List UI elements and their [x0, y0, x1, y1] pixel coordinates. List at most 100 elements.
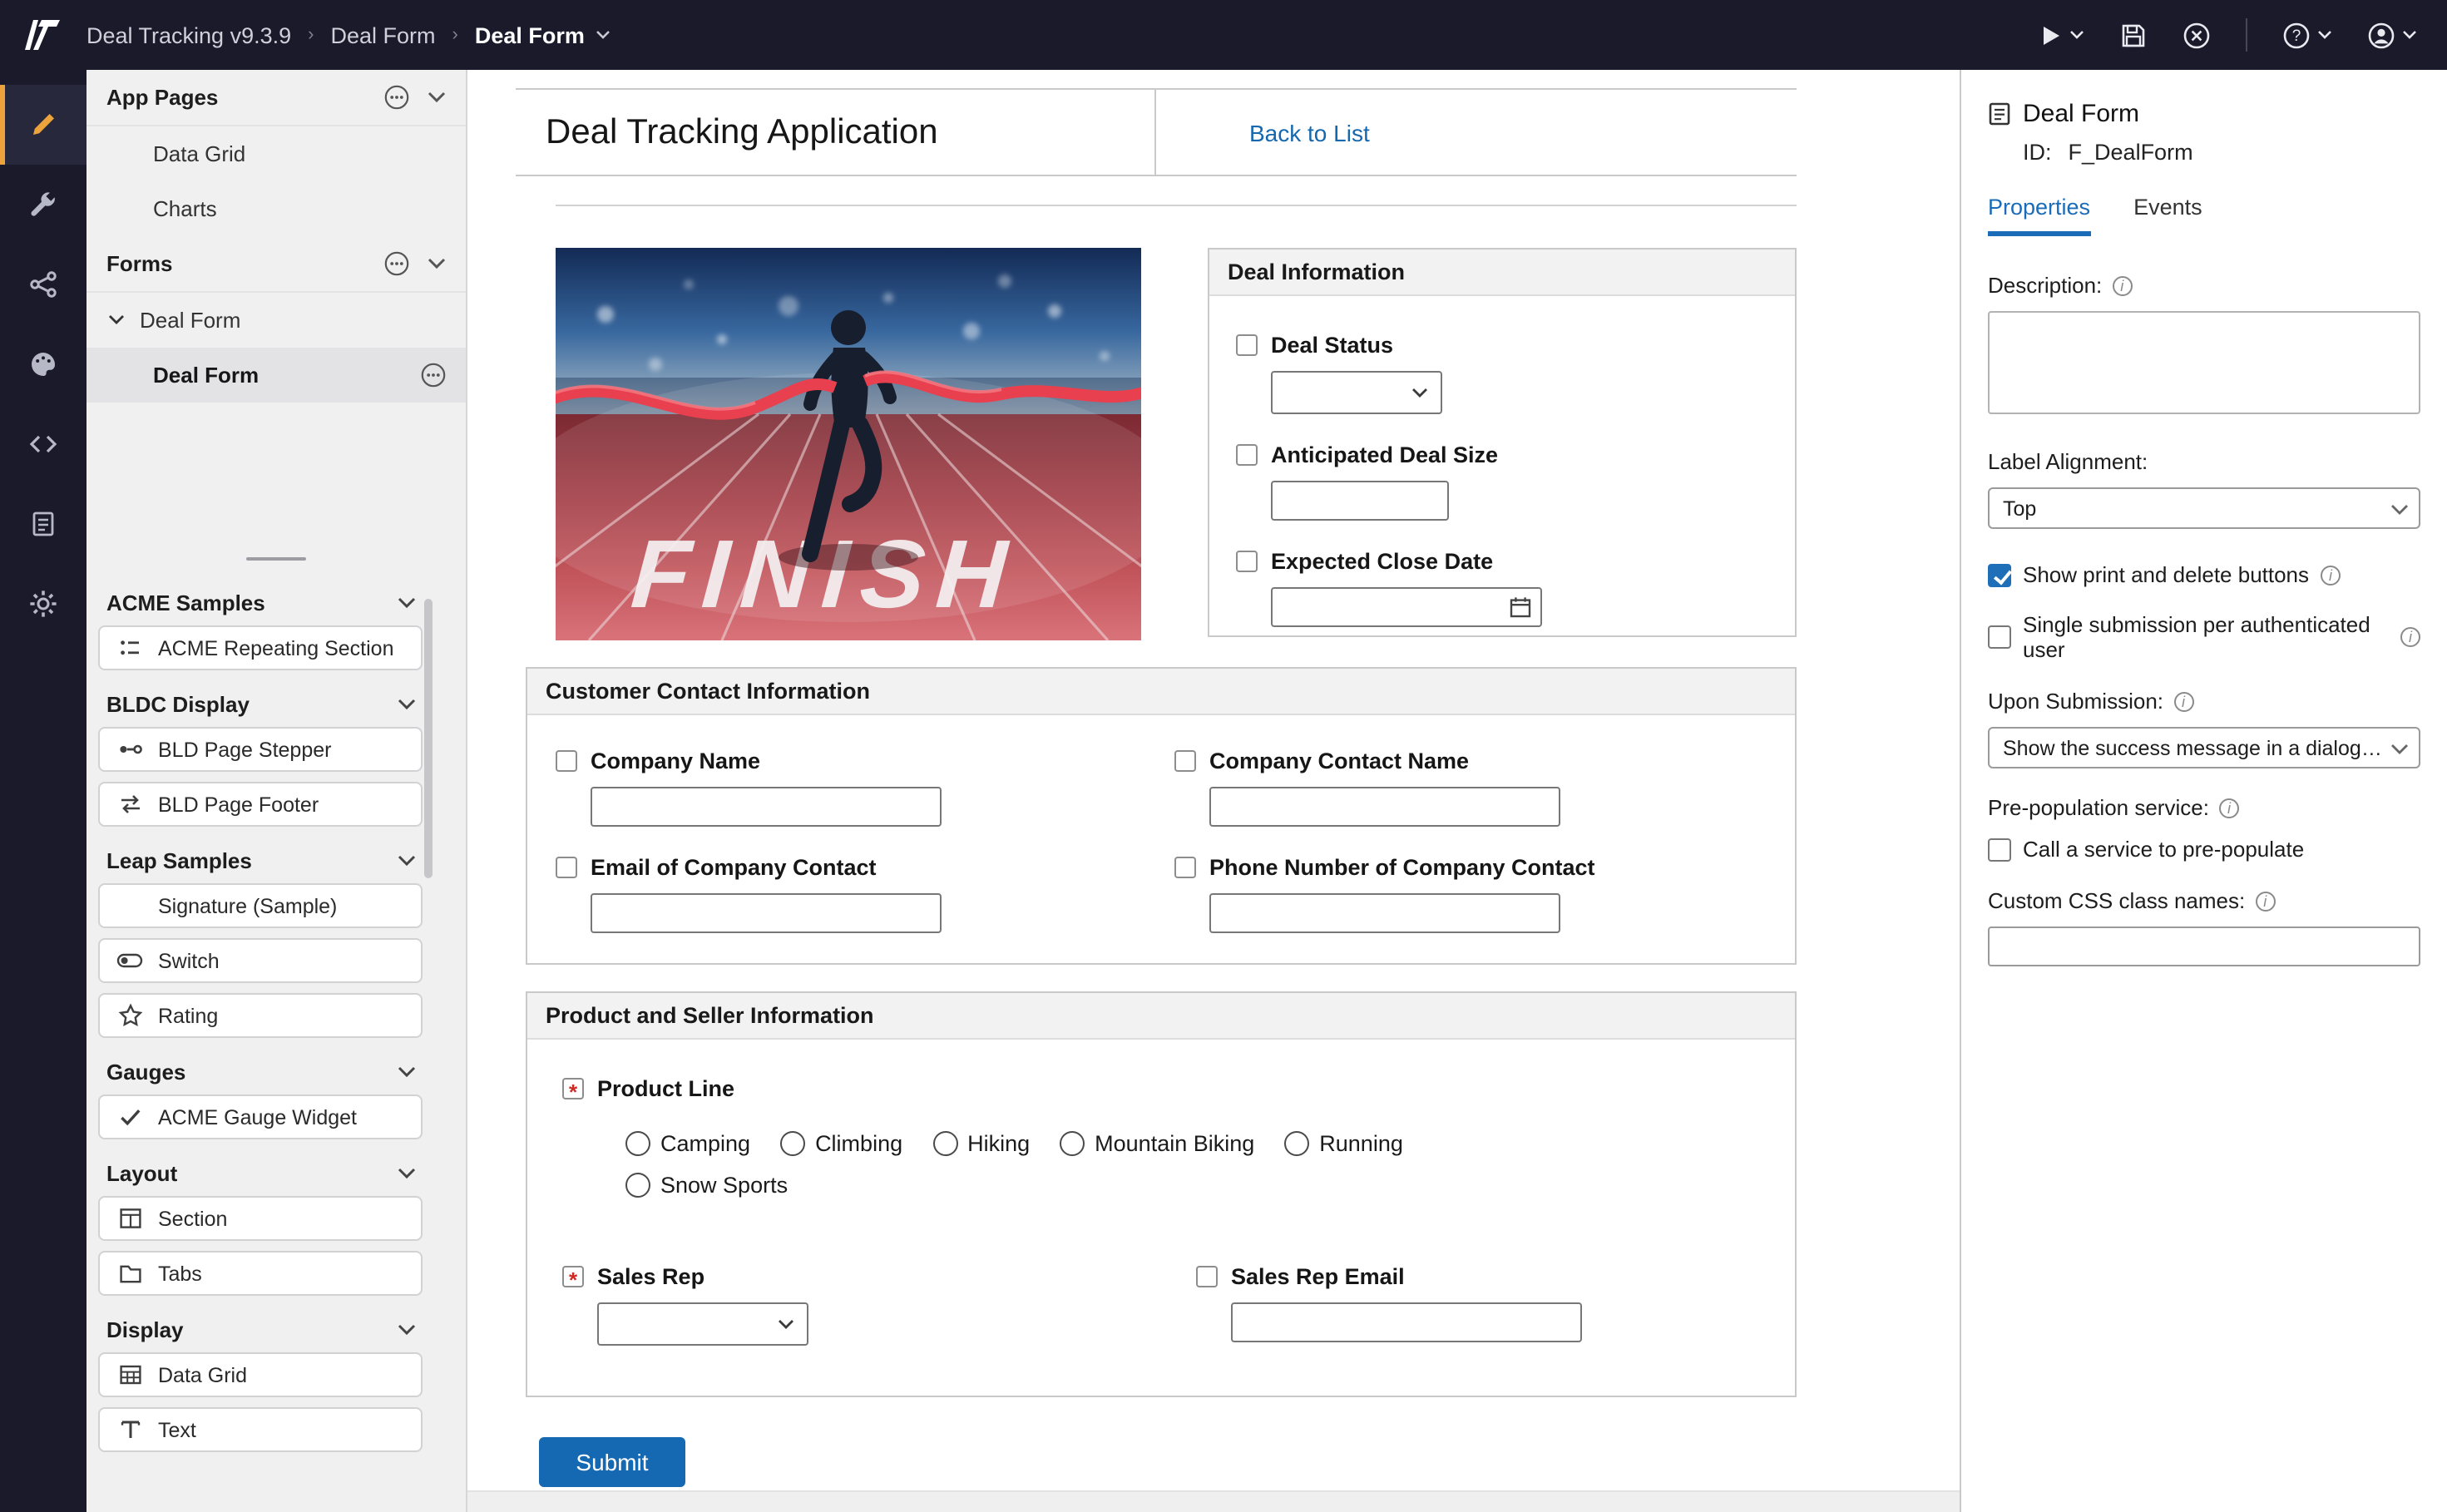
chevron-down-icon[interactable]	[398, 1167, 416, 1178]
field-checkbox[interactable]	[1196, 1266, 1218, 1287]
rail-item-tools[interactable]	[0, 165, 87, 245]
tree-item-deal-form-selected[interactable]: Deal Form	[87, 348, 466, 403]
help-button[interactable]: ?	[2282, 21, 2332, 49]
palette-item-switch[interactable]: Switch	[98, 938, 423, 983]
field-checkbox[interactable]	[556, 750, 577, 772]
palette-item-signature-sample[interactable]: Signature (Sample)	[98, 883, 423, 928]
field-checkbox[interactable]	[1236, 551, 1258, 572]
radio-option-snow-sports[interactable]: Snow Sports	[625, 1173, 788, 1198]
hero-image[interactable]: FINISH	[556, 248, 1141, 640]
palette-section-leap-samples[interactable]: Leap Samples	[87, 837, 466, 883]
field-checkbox[interactable]	[556, 857, 577, 878]
contact-name-input[interactable]	[1209, 787, 1560, 827]
deal-status-select[interactable]	[1271, 371, 1442, 414]
chevron-down-icon[interactable]	[428, 91, 446, 103]
upon-submission-select[interactable]: Show the success message in a dialog and…	[1988, 727, 2420, 768]
palette-item-rating[interactable]: Rating	[98, 993, 423, 1038]
single-submission-checkbox[interactable]	[1988, 625, 2011, 649]
section-header-app-pages[interactable]: App Pages	[87, 70, 466, 126]
breadcrumb-app[interactable]: Deal Tracking v9.3.9	[87, 22, 291, 47]
panel-resize-handle[interactable]	[87, 549, 466, 569]
palette-item-data-grid[interactable]: Data Grid	[98, 1352, 423, 1397]
chevron-down-icon[interactable]	[398, 854, 416, 866]
palette-item-tabs[interactable]: Tabs	[98, 1251, 423, 1296]
more-options-icon[interactable]	[421, 363, 446, 388]
user-menu-button[interactable]	[2367, 21, 2417, 49]
palette-section-layout[interactable]: Layout	[87, 1149, 466, 1196]
rail-item-designer[interactable]	[0, 85, 87, 165]
form-title-cell[interactable]: Deal Tracking Application	[516, 90, 1156, 175]
info-icon[interactable]	[2321, 565, 2341, 585]
rail-item-workflow[interactable]	[0, 245, 87, 324]
rail-item-theme[interactable]	[0, 324, 87, 404]
show-print-checkbox[interactable]	[1988, 563, 2011, 586]
tab-events[interactable]: Events	[2133, 195, 2202, 236]
radio-option-running[interactable]: Running	[1284, 1131, 1403, 1156]
info-icon[interactable]	[2400, 627, 2420, 647]
palette-item-bld-page-footer[interactable]: BLD Page Footer	[98, 782, 423, 827]
field-checkbox[interactable]	[1236, 444, 1258, 466]
rail-item-forms[interactable]	[0, 484, 87, 564]
tree-item-data-grid[interactable]: Data Grid	[87, 126, 466, 181]
radio-option-climbing[interactable]: Climbing	[780, 1131, 902, 1156]
single-submission-row[interactable]: Single submission per authenticated user	[1988, 612, 2420, 662]
save-button[interactable]	[2119, 21, 2148, 49]
rail-item-code[interactable]	[0, 404, 87, 484]
more-options-icon[interactable]	[384, 85, 409, 110]
palette-item-section[interactable]: Section	[98, 1196, 423, 1241]
tab-properties[interactable]: Properties	[1988, 195, 2090, 236]
info-icon[interactable]	[2173, 691, 2193, 711]
close-date-input[interactable]	[1271, 587, 1542, 627]
prepopulation-checkbox[interactable]	[1988, 838, 2011, 861]
label-alignment-select[interactable]: Top	[1988, 487, 2420, 529]
chevron-down-icon[interactable]	[398, 698, 416, 709]
radio-option-hiking[interactable]: Hiking	[932, 1131, 1030, 1156]
palette-item-acme-gauge-widget[interactable]: ACME Gauge Widget	[98, 1094, 423, 1139]
chevron-down-icon[interactable]	[428, 258, 446, 269]
radio-option-camping[interactable]: Camping	[625, 1131, 750, 1156]
prepopulation-option-row[interactable]: Call a service to pre-populate	[1988, 837, 2420, 862]
sales-rep-email-input[interactable]	[1231, 1302, 1582, 1342]
palette-section-display[interactable]: Display	[87, 1306, 466, 1352]
calendar-icon[interactable]	[1509, 595, 1532, 619]
radio-option-mountain-biking[interactable]: Mountain Biking	[1060, 1131, 1254, 1156]
section-header-forms[interactable]: Forms	[87, 236, 466, 293]
palette-item-acme-repeating-section[interactable]: ACME Repeating Section	[98, 625, 423, 670]
app-logo-icon[interactable]	[0, 18, 87, 52]
sales-rep-select[interactable]	[597, 1302, 808, 1346]
contact-phone-input[interactable]	[1209, 893, 1560, 933]
palette-item-bld-page-stepper[interactable]: BLD Page Stepper	[98, 727, 423, 772]
rail-item-settings[interactable]	[0, 564, 87, 644]
breadcrumb-section[interactable]: Deal Form	[330, 22, 435, 47]
chevron-down-icon[interactable]	[398, 596, 416, 608]
back-to-list-link[interactable]: Back to List	[1249, 119, 1370, 146]
palette-section-acme-samples[interactable]: ACME Samples	[87, 579, 466, 625]
product-seller-section[interactable]: Product and Seller Information * Product…	[526, 991, 1797, 1397]
field-checkbox[interactable]	[1236, 334, 1258, 356]
tree-parent-deal-form[interactable]: Deal Form	[87, 293, 466, 348]
custom-css-input[interactable]	[1988, 926, 2420, 966]
palette-section-gauges[interactable]: Gauges	[87, 1048, 466, 1094]
run-button[interactable]	[2038, 22, 2084, 47]
company-name-input[interactable]	[591, 787, 942, 827]
more-options-icon[interactable]	[384, 251, 409, 276]
field-checkbox[interactable]	[1174, 857, 1196, 878]
chevron-down-icon[interactable]	[398, 1323, 416, 1335]
field-checkbox[interactable]	[1174, 750, 1196, 772]
customer-contact-section[interactable]: Customer Contact Information Company Nam…	[526, 667, 1797, 965]
close-button[interactable]	[2183, 21, 2211, 49]
breadcrumb-current[interactable]: Deal Form	[475, 22, 611, 47]
chevron-down-icon[interactable]	[398, 1065, 416, 1077]
palette-section-bldc-display[interactable]: BLDC Display	[87, 680, 466, 727]
description-textarea[interactable]	[1988, 311, 2420, 414]
sidebar-scrollbar[interactable]	[424, 599, 433, 878]
info-icon[interactable]	[2219, 798, 2239, 818]
submit-button[interactable]: Submit	[539, 1437, 685, 1487]
tree-item-charts[interactable]: Charts	[87, 181, 466, 236]
deal-information-section[interactable]: Deal Information Deal Status	[1208, 248, 1797, 637]
info-icon[interactable]	[2255, 891, 2275, 911]
contact-email-input[interactable]	[591, 893, 942, 933]
palette-item-text[interactable]: Text	[98, 1407, 423, 1452]
show-print-row[interactable]: Show print and delete buttons	[1988, 562, 2420, 587]
info-icon[interactable]	[2112, 275, 2132, 295]
